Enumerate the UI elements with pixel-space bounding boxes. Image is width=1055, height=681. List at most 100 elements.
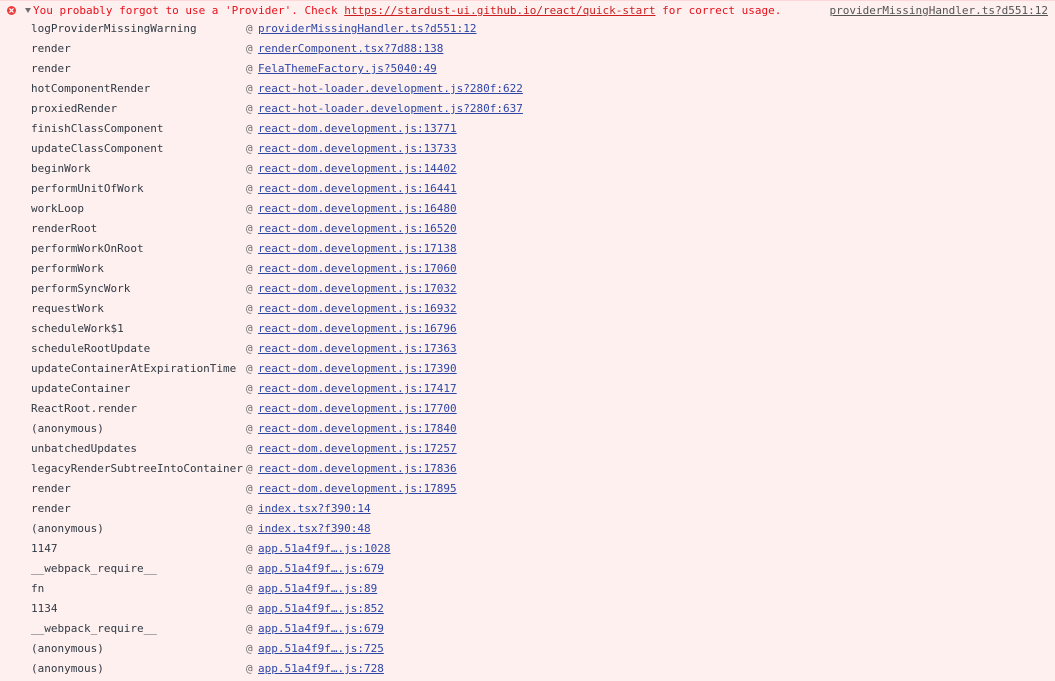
stack-frame-function: 1147 xyxy=(31,542,58,555)
stack-frame: render @ react-dom.development.js:17895 xyxy=(31,479,523,499)
stack-frame-source-link[interactable]: react-hot-loader.development.js?280f:622 xyxy=(258,82,523,95)
stack-frame-function: render xyxy=(31,482,71,495)
stack-frame-source-link[interactable]: react-dom.development.js:13771 xyxy=(258,122,457,135)
stack-frame-at: @ xyxy=(246,602,253,615)
stack-frame-at: @ xyxy=(246,422,253,435)
stack-frame-function: updateContainer xyxy=(31,382,131,395)
stack-frame-source-link[interactable]: react-dom.development.js:17417 xyxy=(258,382,457,395)
stack-frame-source-link[interactable]: app.51a4f9f….js:89 xyxy=(258,582,377,595)
collapse-triangle-icon[interactable] xyxy=(25,8,31,13)
stack-frame-function: 1134 xyxy=(31,602,58,615)
stack-frame-function: beginWork xyxy=(31,162,91,175)
stack-frame-function: renderRoot xyxy=(31,222,98,235)
stack-trace: logProviderMissingWarning @ providerMissin… xyxy=(31,19,523,679)
stack-frame-source-link[interactable]: react-dom.development.js:16480 xyxy=(258,202,457,215)
stack-frame-function: scheduleWork$1 xyxy=(31,322,124,335)
error-header[interactable]: You probably forgot to use a 'Provider'.… xyxy=(0,1,1055,21)
stack-frame-source-link[interactable]: app.51a4f9f….js:728 xyxy=(258,662,384,675)
stack-frame-function: finishClassComponent xyxy=(31,122,164,135)
stack-frame-function: workLoop xyxy=(31,202,84,215)
stack-frame-at: @ xyxy=(246,202,253,215)
stack-frame: fn @ app.51a4f9f….js:89 xyxy=(31,579,523,599)
stack-frame-function: requestWork xyxy=(31,302,104,315)
stack-frame-source-link[interactable]: react-dom.development.js:17895 xyxy=(258,482,457,495)
stack-frame-source-link[interactable]: app.51a4f9f….js:1028 xyxy=(258,542,390,555)
stack-frame-source-link[interactable]: react-dom.development.js:17257 xyxy=(258,442,457,455)
stack-frame-at: @ xyxy=(246,242,253,255)
stack-frame-at: @ xyxy=(246,542,253,555)
stack-frame-at: @ xyxy=(246,122,253,135)
stack-frame-function: (anonymous) xyxy=(31,642,104,655)
stack-frame-source-link[interactable]: renderComponent.tsx?7d88:138 xyxy=(258,42,443,55)
error-source-link[interactable]: providerMissingHandler.ts?d551:12 xyxy=(829,1,1048,21)
stack-frame-source-link[interactable]: react-dom.development.js:17363 xyxy=(258,342,457,355)
stack-frame-at: @ xyxy=(246,282,253,295)
stack-frame-function: proxiedRender xyxy=(31,102,118,115)
stack-frame-source-link[interactable]: react-dom.development.js:17840 xyxy=(258,422,457,435)
stack-frame-source-link[interactable]: react-dom.development.js:17060 xyxy=(258,262,457,275)
stack-frame-source-link[interactable]: react-hot-loader.development.js?280f:637 xyxy=(258,102,523,115)
stack-frame: __webpack_require__ @ app.51a4f9f….js:679 xyxy=(31,559,523,579)
stack-frame-at: @ xyxy=(246,402,253,415)
stack-frame-source-link[interactable]: index.tsx?f390:48 xyxy=(258,522,371,535)
quick-start-link[interactable]: https://stardust-ui.github.io/react/quic… xyxy=(344,4,655,17)
stack-frame-function: render xyxy=(31,42,71,55)
stack-frame-function: performWorkOnRoot xyxy=(31,242,144,255)
stack-frame-at: @ xyxy=(246,222,253,235)
stack-frame: 1134 @ app.51a4f9f….js:852 xyxy=(31,599,523,619)
stack-frame: (anonymous) @ app.51a4f9f….js:725 xyxy=(31,639,523,659)
stack-frame: beginWork @ react-dom.development.js:14402 xyxy=(31,159,523,179)
stack-frame-at: @ xyxy=(246,22,253,35)
stack-frame-function: unbatchedUpdates xyxy=(31,442,137,455)
stack-frame-at: @ xyxy=(246,362,253,375)
stack-frame: unbatchedUpdates @ react-dom.development.j… xyxy=(31,439,523,459)
stack-frame: logProviderMissingWarning @ providerMissin… xyxy=(31,19,523,39)
stack-frame-function: (anonymous) xyxy=(31,522,104,535)
stack-frame-at: @ xyxy=(246,142,253,155)
stack-frame: updateContainer @ react-dom.development.js… xyxy=(31,379,523,399)
stack-frame-source-link[interactable]: react-dom.development.js:16796 xyxy=(258,322,457,335)
stack-frame-source-link[interactable]: FelaThemeFactory.js?5040:49 xyxy=(258,62,437,75)
stack-frame-source-link[interactable]: app.51a4f9f….js:725 xyxy=(258,642,384,655)
stack-frame-at: @ xyxy=(246,82,253,95)
stack-frame-at: @ xyxy=(246,342,253,355)
stack-frame: scheduleWork$1 @ react-dom.development.js:… xyxy=(31,319,523,339)
stack-frame-at: @ xyxy=(246,302,253,315)
stack-frame-source-link[interactable]: react-dom.development.js:17138 xyxy=(258,242,457,255)
stack-frame: updateContainerAtExpirationTime @ react-do… xyxy=(31,359,523,379)
stack-frame-source-link[interactable]: react-dom.development.js:17700 xyxy=(258,402,457,415)
stack-frame-source-link[interactable]: react-dom.development.js:17390 xyxy=(258,362,457,375)
stack-frame: finishClassComponent @ react-dom.developme… xyxy=(31,119,523,139)
stack-frame: 1147 @ app.51a4f9f….js:1028 xyxy=(31,539,523,559)
stack-frame-source-link[interactable]: app.51a4f9f….js:852 xyxy=(258,602,384,615)
stack-frame-at: @ xyxy=(246,642,253,655)
stack-frame-source-link[interactable]: react-dom.development.js:13733 xyxy=(258,142,457,155)
error-message-suffix: for correct usage. xyxy=(655,4,782,17)
stack-frame-source-link[interactable]: react-dom.development.js:14402 xyxy=(258,162,457,175)
stack-frame: render @ renderComponent.tsx?7d88:138 xyxy=(31,39,523,59)
stack-frame-function: ReactRoot.render xyxy=(31,402,137,415)
stack-frame: (anonymous) @ app.51a4f9f….js:728 xyxy=(31,659,523,679)
stack-frame: legacyRenderSubtreeIntoContainer @ react-d… xyxy=(31,459,523,479)
stack-frame: performWork @ react-dom.development.js:170… xyxy=(31,259,523,279)
stack-frame-source-link[interactable]: react-dom.development.js:16520 xyxy=(258,222,457,235)
error-icon xyxy=(7,6,16,15)
stack-frame-source-link[interactable]: react-dom.development.js:16932 xyxy=(258,302,457,315)
stack-frame-function: logProviderMissingWarning xyxy=(31,22,197,35)
stack-frame-function: legacyRenderSubtreeIntoContainer xyxy=(31,462,243,475)
stack-frame: updateClassComponent @ react-dom.developme… xyxy=(31,139,523,159)
stack-frame-source-link[interactable]: app.51a4f9f….js:679 xyxy=(258,562,384,575)
stack-frame-function: performSyncWork xyxy=(31,282,131,295)
stack-frame: renderRoot @ react-dom.development.js:1652… xyxy=(31,219,523,239)
stack-frame: ReactRoot.render @ react-dom.development.j… xyxy=(31,399,523,419)
stack-frame-source-link[interactable]: react-dom.development.js:17836 xyxy=(258,462,457,475)
stack-frame-source-link[interactable]: app.51a4f9f….js:679 xyxy=(258,622,384,635)
stack-frame-at: @ xyxy=(246,262,253,275)
stack-frame-source-link[interactable]: index.tsx?f390:14 xyxy=(258,502,371,515)
stack-frame-source-link[interactable]: react-dom.development.js:17032 xyxy=(258,282,457,295)
stack-frame-source-link[interactable]: providerMissingHandler.ts?d551:12 xyxy=(258,22,477,35)
stack-frame: performSyncWork @ react-dom.development.js… xyxy=(31,279,523,299)
stack-frame: performUnitOfWork @ react-dom.development.… xyxy=(31,179,523,199)
stack-frame-source-link[interactable]: react-dom.development.js:16441 xyxy=(258,182,457,195)
stack-frame-at: @ xyxy=(246,482,253,495)
